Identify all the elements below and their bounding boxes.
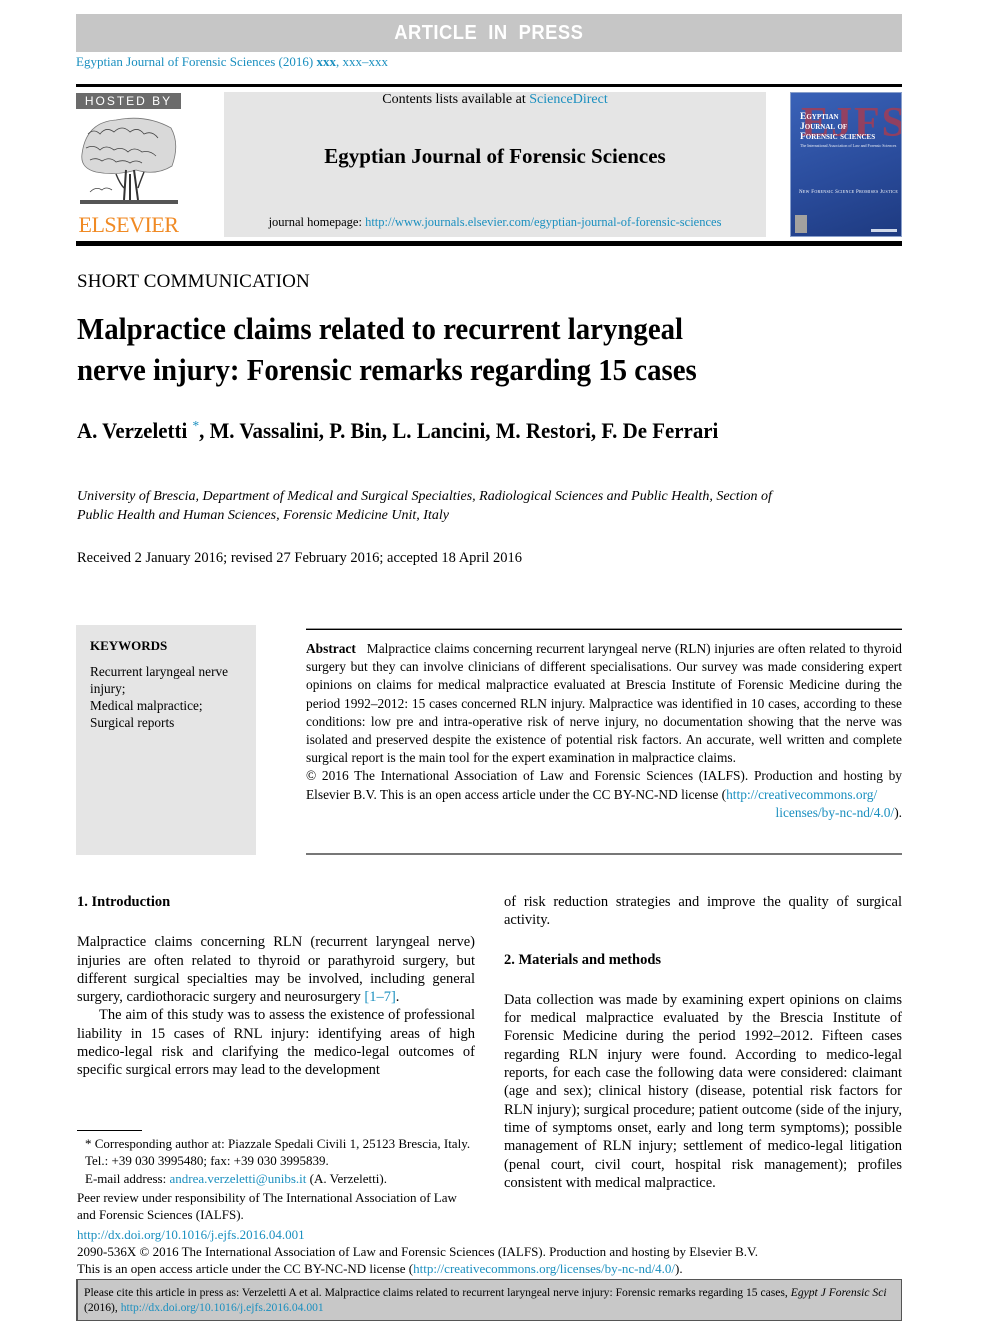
article-type: SHORT COMMUNICATION	[77, 271, 310, 292]
abstract: Abstract Malpractice claims concerning r…	[306, 641, 903, 820]
doi-block: http://dx.doi.org/10.1016/j.ejfs.2016.04…	[77, 1226, 903, 1277]
abstract-rule-top	[306, 628, 902, 630]
license-line: This is an open access article under the…	[77, 1261, 683, 1276]
methods-paragraph-1: Data collection was made by examining ex…	[504, 991, 902, 1191]
contents-lists-line: Contents lists available at ScienceDirec…	[382, 92, 608, 107]
citation-box: Please cite this article in press as: Ve…	[76, 1279, 902, 1321]
corresponding-author-link[interactable]: *	[192, 419, 199, 434]
section-heading-introduction: 1. Introduction	[77, 894, 171, 910]
hosted-by-label: HOSTED BY	[76, 93, 181, 109]
keyword-item: Recurrent laryngeal nerve injury;	[90, 664, 229, 696]
email-note: E-mail address: andrea.verzeletti@unibs.…	[85, 1170, 387, 1186]
elsevier-logo-text[interactable]: ELSEVIER	[76, 212, 181, 238]
keywords-heading: KEYWORDS	[90, 638, 168, 653]
keyword-item: Medical malpractice;	[90, 698, 203, 713]
keywords-box: KEYWORDS Recurrent laryngeal nerve injur…	[76, 625, 256, 855]
body-column-left: 1. Introduction Malpractice claims conce…	[77, 893, 475, 1080]
journal-cover-image[interactable]: EJFS Egyptian Journal of Forensic scienc…	[790, 92, 902, 237]
author-others: , M. Vassalini, P. Bin, L. Lancini, M. R…	[199, 418, 719, 443]
journal-homepage-line: journal homepage: http://www.journals.el…	[268, 215, 722, 229]
intro-paragraph-2: The aim of this study was to assess the …	[77, 1007, 475, 1079]
corresponding-author-note: * Corresponding author at: Piazzale Sped…	[85, 1136, 471, 1169]
abstract-label: Abstract	[306, 641, 356, 656]
license-link[interactable]: http://creativecommons.org/	[726, 787, 877, 802]
license-url-link[interactable]: http://creativecommons.org/licenses/by-n…	[413, 1261, 675, 1276]
issn-line: 2090-536X © 2016 The International Assoc…	[77, 1244, 758, 1259]
footnote-rule	[77, 1130, 142, 1131]
received-dates: Received 2 January 2016; revised 27 Febr…	[77, 550, 522, 566]
body-column-right: of risk reduction strategies and improve…	[504, 893, 902, 1192]
citation-doi-link[interactable]: http://dx.doi.org/10.1016/j.ejfs.2016.04…	[121, 1301, 324, 1314]
header-rule-top	[76, 84, 902, 87]
journal-homepage-link[interactable]: http://www.journals.elsevier.com/egyptia…	[365, 215, 721, 229]
peer-review-note: Peer review under responsibility of The …	[77, 1189, 457, 1223]
license-link-cont[interactable]: licenses/by-nc-nd/4.0/	[776, 805, 895, 820]
doi-link[interactable]: http://dx.doi.org/10.1016/j.ejfs.2016.04…	[77, 1227, 305, 1242]
journal-title: Egyptian Journal of Forensic Sciences	[324, 144, 666, 168]
affiliation: University of Brescia, Department of Med…	[77, 489, 772, 523]
journal-masthead: Contents lists available at ScienceDirec…	[224, 92, 766, 237]
author-list: A. Verzeletti *, M. Vassalini, P. Bin, L…	[77, 418, 718, 444]
intro-paragraph-1: Malpractice claims concerning RLN (recur…	[77, 934, 475, 1006]
keyword-item: Surgical reports	[90, 715, 175, 730]
banner-label: ARTICLE IN PRESS	[394, 21, 584, 44]
journal-abbrev: Egypt J Forensic Sci	[790, 1286, 887, 1299]
article-in-press-banner: ARTICLE IN PRESS	[76, 14, 902, 52]
section-heading-methods: 2. Materials and methods	[504, 951, 662, 968]
cover-publisher-logo-icon	[795, 215, 807, 233]
sciencedirect-link[interactable]: ScienceDirect	[529, 92, 608, 107]
article-title: Malpractice claims related to recurrent …	[77, 311, 697, 387]
reference-link[interactable]: [1–7]	[364, 989, 395, 1005]
intro-paragraph-2-continued: of risk reduction strategies and improve…	[504, 894, 902, 929]
cover-footer-bar	[871, 229, 897, 232]
elsevier-tree-logo-icon	[76, 114, 181, 212]
header-rule-bottom	[76, 241, 902, 246]
cover-title-line2: Journal of	[800, 122, 848, 132]
cover-title-line1: Egyptian	[800, 112, 839, 122]
journal-reference[interactable]: Egyptian Journal of Forensic Sciences (2…	[76, 54, 388, 70]
author-first: A. Verzeletti	[77, 418, 188, 443]
footnotes: * Corresponding author at: Piazzale Sped…	[77, 1135, 475, 1223]
cover-tagline: New Forensic Science Promises Justice	[799, 190, 899, 195]
cover-title-line3: Forensic sciences	[800, 132, 876, 142]
abstract-text: Malpractice claims concerning recurrent …	[306, 641, 903, 766]
cover-subtitle: The International Association of Law and…	[800, 143, 897, 148]
email-link[interactable]: andrea.verzeletti@unibs.it	[169, 1171, 306, 1186]
abstract-rule-bottom	[306, 853, 902, 855]
